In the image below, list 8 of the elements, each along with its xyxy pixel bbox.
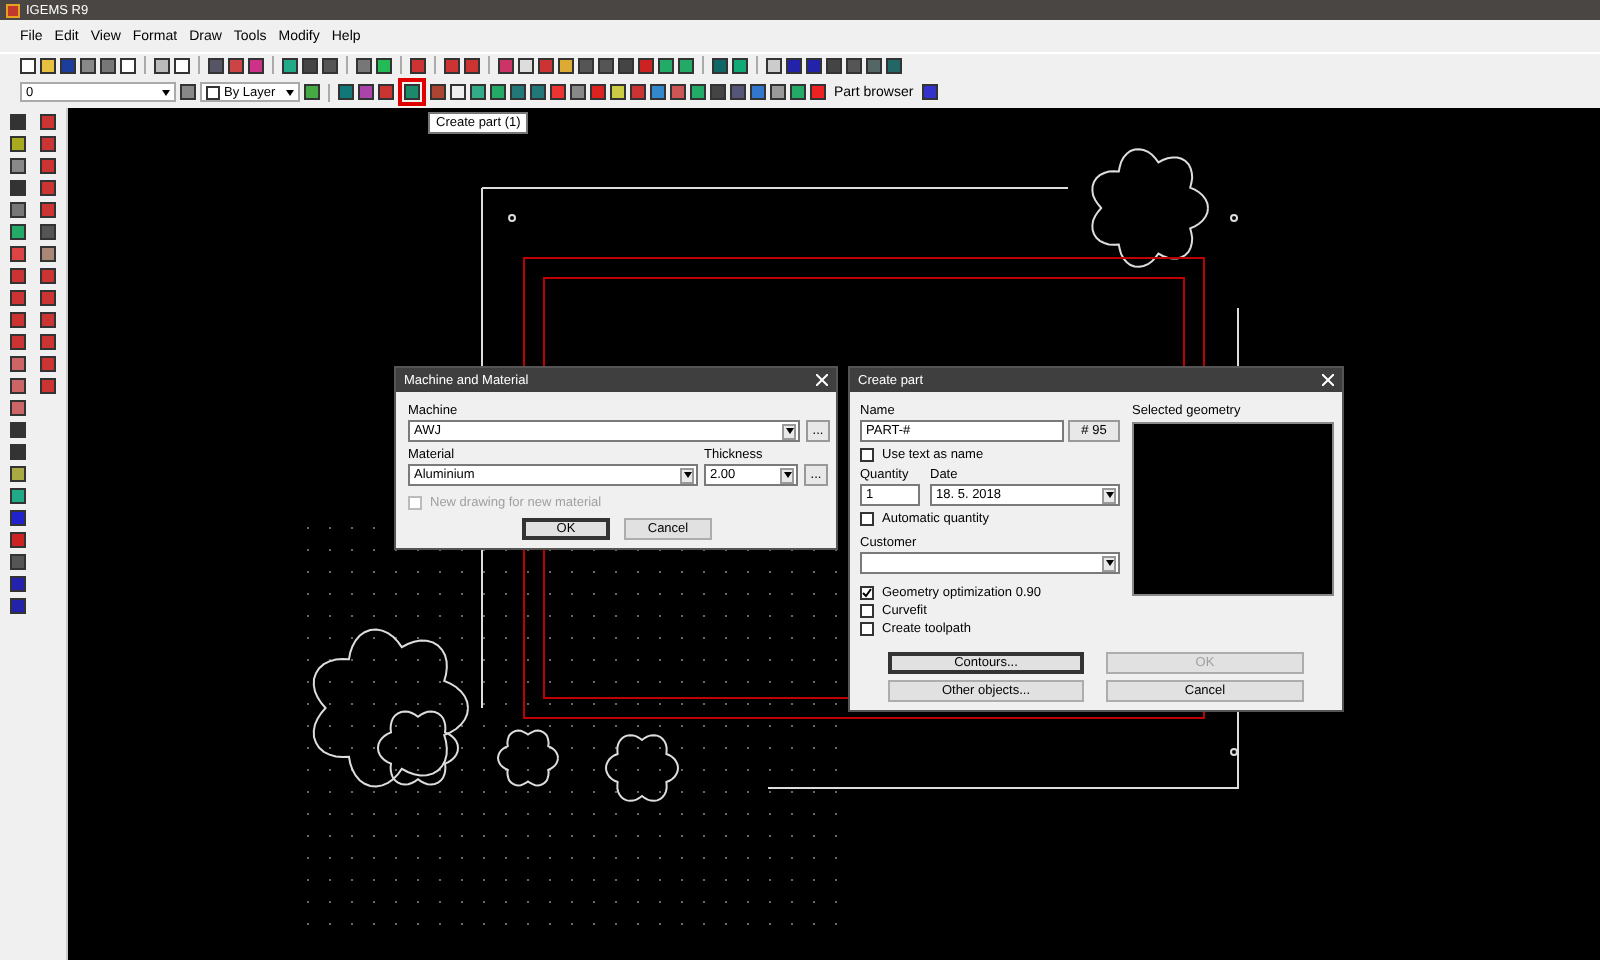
app-icon (6, 3, 20, 17)
color-swatch-icon (206, 85, 220, 99)
checkmark-icon (862, 588, 872, 598)
close-icon[interactable] (1322, 374, 1334, 386)
tool-icon[interactable] (921, 84, 938, 100)
customer-dropdown[interactable] (860, 552, 1120, 574)
close-icon[interactable] (816, 374, 828, 386)
create-part-icon[interactable] (404, 84, 420, 100)
